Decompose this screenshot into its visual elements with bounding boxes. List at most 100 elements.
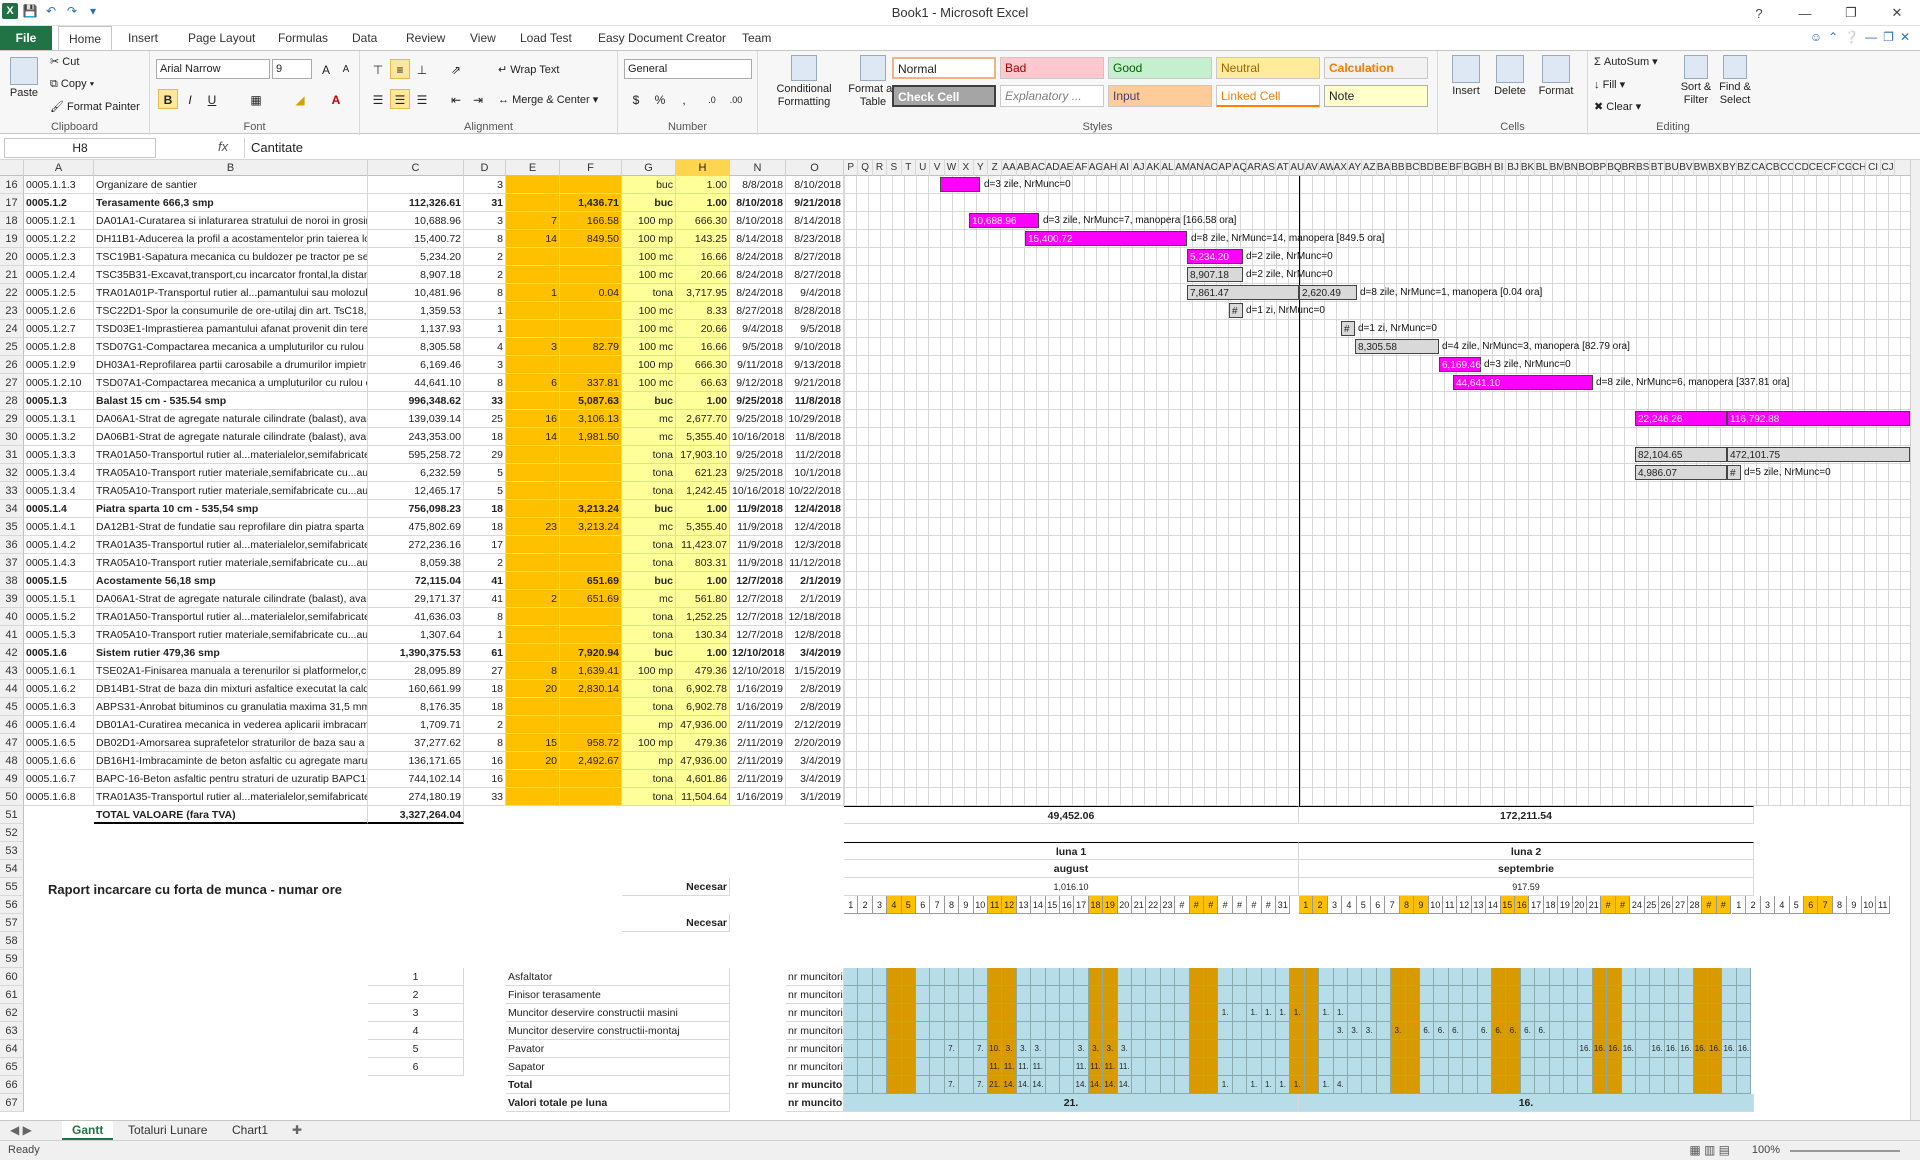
clear-button[interactable]: ✖ Clear ▾ xyxy=(1594,100,1641,113)
column-header-f[interactable]: F xyxy=(560,160,622,176)
cell-b[interactable]: TSD03E1-Imprastierea pamantului afanat p… xyxy=(94,320,368,338)
cell-b[interactable]: TRA01A35-Transportul rutier al...materia… xyxy=(94,536,368,554)
row-header[interactable]: 23 xyxy=(0,302,24,320)
sheet-tab-totaluri-lunare[interactable]: Totaluri Lunare xyxy=(118,1121,217,1140)
column-header-e[interactable]: E xyxy=(506,160,560,176)
cell-c[interactable]: 44,641.10 xyxy=(368,374,464,392)
cell-a[interactable]: 0005.1.6.2 xyxy=(24,680,94,698)
style-normal[interactable]: Normal xyxy=(892,57,996,79)
new-sheet-icon[interactable]: ✚ xyxy=(282,1121,312,1140)
zoom-slider[interactable] xyxy=(1790,1150,1900,1152)
cell-e[interactable] xyxy=(506,644,560,662)
cell-f[interactable]: 5,087.63 xyxy=(560,392,622,410)
cell-a[interactable]: 0005.1.6.5 xyxy=(24,734,94,752)
cell-h[interactable]: 17,903.10 xyxy=(676,446,730,464)
cell-c[interactable]: 8,907.18 xyxy=(368,266,464,284)
row-header[interactable]: 60 xyxy=(0,968,24,986)
cell-a[interactable]: 0005.1.5 xyxy=(24,572,94,590)
cell-o[interactable]: 8/14/2018 xyxy=(786,212,844,230)
cell-h[interactable]: 5,355.40 xyxy=(676,428,730,446)
cell-c[interactable] xyxy=(368,176,464,194)
cell-c[interactable]: 1,137.93 xyxy=(368,320,464,338)
cell-n2[interactable]: 9/4/2018 xyxy=(730,320,786,338)
cell-c[interactable]: 756,098.23 xyxy=(368,500,464,518)
row-header[interactable]: 62 xyxy=(0,1004,24,1022)
align-left-icon[interactable]: ☰ xyxy=(368,89,388,109)
column-header-cb[interactable]: CB xyxy=(1766,160,1780,176)
cell-n2[interactable]: 8/24/2018 xyxy=(730,248,786,266)
cell-e[interactable]: 14 xyxy=(506,230,560,248)
cell-n2[interactable]: 2/11/2019 xyxy=(730,716,786,734)
cell-n2[interactable]: 8/8/2018 xyxy=(730,176,786,194)
cell-f[interactable]: 2,492.67 xyxy=(560,752,622,770)
gantt-bar[interactable]: 22,246.26 xyxy=(1635,411,1727,426)
cell-h[interactable]: 11,423.07 xyxy=(676,536,730,554)
decrease-decimal-icon[interactable]: .00 xyxy=(726,89,746,109)
merge-center-button[interactable]: ↔ Merge & Center ▾ xyxy=(498,93,598,106)
cell-c[interactable]: 15,400.72 xyxy=(368,230,464,248)
column-header-bc[interactable]: BC xyxy=(1406,160,1420,176)
gantt-bar-secondary[interactable]: 2,620.49 xyxy=(1299,285,1357,300)
cell-b[interactable]: DB16H1-Imbracaminte de beton asfaltic cu… xyxy=(94,752,368,770)
gantt-bar[interactable]: 5,234.20 xyxy=(1187,249,1243,264)
cell-h[interactable]: 561.80 xyxy=(676,590,730,608)
style-neutral[interactable]: Neutral xyxy=(1216,57,1320,79)
cell-e[interactable] xyxy=(506,608,560,626)
column-header-n[interactable]: N xyxy=(730,160,786,176)
style-linked-cell[interactable]: Linked Cell xyxy=(1216,85,1320,107)
underline-button[interactable]: U xyxy=(202,89,222,109)
percent-icon[interactable]: % xyxy=(650,89,670,109)
cell-h[interactable]: 666.30 xyxy=(676,356,730,374)
align-bottom-icon[interactable]: ⊥ xyxy=(412,59,432,79)
cell-g[interactable]: mp xyxy=(622,752,676,770)
cell-g[interactable]: 100 mc xyxy=(622,266,676,284)
cell-f[interactable] xyxy=(560,302,622,320)
column-header-bg[interactable]: BG xyxy=(1463,160,1478,176)
cell-c[interactable]: 1,390,375.53 xyxy=(368,644,464,662)
column-header-ai[interactable]: AI xyxy=(1118,160,1132,176)
cell-c[interactable]: 29,171.37 xyxy=(368,590,464,608)
cell-h[interactable]: 20.66 xyxy=(676,320,730,338)
column-header-y[interactable]: Y xyxy=(974,160,988,176)
cell-g[interactable]: buc xyxy=(622,194,676,212)
cell-b[interactable]: DA06A1-Strat de agregate naturale cilind… xyxy=(94,410,368,428)
tab-file[interactable]: File xyxy=(0,26,52,50)
cell-g[interactable]: buc xyxy=(622,644,676,662)
cell-d[interactable]: 18 xyxy=(464,500,506,518)
cell-g[interactable]: buc xyxy=(622,500,676,518)
tab-load-test[interactable]: Load Test xyxy=(510,26,582,50)
column-header-ag[interactable]: AG xyxy=(1089,160,1104,176)
cell-b[interactable]: TSD07G1-Compactarea mecanica a umpluturi… xyxy=(94,338,368,356)
cell-o[interactable]: 8/27/2018 xyxy=(786,248,844,266)
column-header-t[interactable]: T xyxy=(902,160,916,176)
help-icon[interactable]: ? xyxy=(1736,0,1782,26)
row-header[interactable]: 49 xyxy=(0,770,24,788)
row-header[interactable]: 54 xyxy=(0,860,24,878)
row-header[interactable]: 30 xyxy=(0,428,24,446)
cell-e[interactable]: 20 xyxy=(506,752,560,770)
column-header-bz[interactable]: BZ xyxy=(1737,160,1752,176)
cell-o[interactable]: 9/21/2018 xyxy=(786,374,844,392)
cell-c[interactable]: 41,636.03 xyxy=(368,608,464,626)
row-header[interactable]: 66 xyxy=(0,1076,24,1094)
cell-b[interactable]: TSC35B31-Excavat,transport,cu incarcator… xyxy=(94,266,368,284)
cell-h[interactable]: 1.00 xyxy=(676,644,730,662)
cell-a[interactable]: 0005.1.2.4 xyxy=(24,266,94,284)
cell-a[interactable]: 0005.1.3 xyxy=(24,392,94,410)
column-header-cg[interactable]: CG xyxy=(1838,160,1852,176)
cell-d[interactable]: 18 xyxy=(464,518,506,536)
cell-b[interactable]: Terasamente 666,3 smp xyxy=(94,194,368,212)
style-bad[interactable]: Bad xyxy=(1000,57,1104,79)
cell-h[interactable]: 5,355.40 xyxy=(676,518,730,536)
name-box[interactable]: H8 xyxy=(4,138,156,158)
column-header-bb[interactable]: BB xyxy=(1391,160,1406,176)
row-header[interactable]: 51 xyxy=(0,806,24,824)
row-header[interactable]: 41 xyxy=(0,626,24,644)
cell-b[interactable]: DA12B1-Strat de fundatie sau reprofilare… xyxy=(94,518,368,536)
cell-o[interactable]: 8/10/2018 xyxy=(786,176,844,194)
cell-o[interactable]: 2/8/2019 xyxy=(786,698,844,716)
workbook-restore-icon[interactable]: ❐ xyxy=(1883,30,1894,44)
cell-g[interactable]: 100 mp xyxy=(622,356,676,374)
cell-b[interactable]: TSC19B1-Sapatura mecanica cu buldozer pe… xyxy=(94,248,368,266)
row-header[interactable]: 58 xyxy=(0,932,24,950)
